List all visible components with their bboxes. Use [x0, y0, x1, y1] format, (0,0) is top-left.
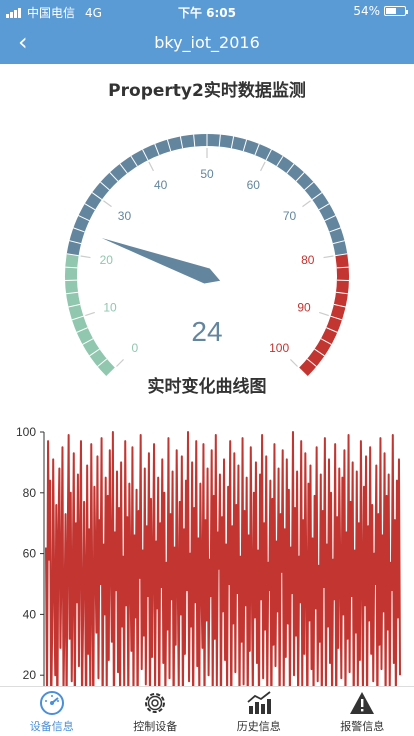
gauge-pointer: [101, 238, 221, 284]
gear-icon: [145, 692, 166, 713]
status-right: 54%: [353, 4, 408, 18]
gauge-tick-label: 70: [283, 209, 297, 223]
status-time: 下午 6:05: [177, 6, 237, 20]
gauge-major-tick: [80, 255, 91, 259]
gauge-tick-label: 20: [100, 253, 114, 267]
battery-icon: [384, 6, 408, 16]
tab-label: 历史信息: [236, 719, 281, 733]
chart-y-axis: 100 80 60 40 20: [16, 425, 45, 686]
gauge-tick-label: 10: [103, 301, 117, 315]
tab-history-info[interactable]: 历史信息: [207, 687, 311, 736]
series-line: [45, 431, 401, 686]
gauge-major-tick: [323, 255, 334, 259]
gauge-major-tick: [260, 161, 266, 172]
gauge-major-tick: [290, 359, 298, 367]
warning-icon: [350, 691, 375, 714]
chart-title: 实时变化曲线图: [147, 377, 267, 397]
status-bar: 中国电信 4G 下午 6:05 54%: [0, 0, 414, 22]
y-tick-label: 20: [23, 668, 37, 682]
gauge-icon: [39, 690, 64, 715]
gauge-major-tick: [85, 311, 95, 317]
tab-control-device[interactable]: 控制设备: [104, 687, 208, 736]
gauge-tick-label: 90: [297, 301, 311, 315]
y-tick-label: 80: [23, 486, 37, 500]
gauge-chart: 0 10 20 30 40 50 60 70 80 90 100 24: [65, 134, 349, 377]
gauge-major-tick: [148, 161, 154, 172]
line-chart: 100 80 60 40 20: [16, 425, 401, 686]
gauge-tick-label: 40: [154, 178, 168, 192]
battery-percent: 54%: [353, 4, 380, 18]
nav-bar: ‹ bky_iot_2016: [0, 22, 414, 64]
main-content[interactable]: Property2实时数据监测 0 10 20 30 40 50 60 70 80 90 100 2…: [0, 64, 414, 686]
gauge-tick-label: 60: [247, 178, 261, 192]
tab-bar: 设备信息 控制设备 历史信息 报警信息: [0, 686, 414, 736]
page-title: bky_iot_2016: [154, 33, 260, 52]
gauge-tick-label: 50: [200, 167, 214, 181]
tab-label: 控制设备: [133, 719, 178, 733]
gauge-value: 24: [191, 316, 222, 347]
gauge-major-tick: [103, 200, 112, 208]
tab-device-info[interactable]: 设备信息: [0, 687, 104, 736]
trend-chart-icon: [247, 690, 271, 714]
tab-alarm-info[interactable]: 报警信息: [311, 687, 414, 736]
gauge-major-tick: [116, 359, 124, 367]
gauge-tick-label: 0: [132, 341, 139, 355]
gauge-major-tick: [319, 311, 329, 317]
gauge-tick-label: 100: [269, 341, 289, 355]
tab-label: 报警信息: [340, 719, 385, 733]
gauge-major-tick: [302, 200, 311, 208]
y-tick-label: 40: [23, 607, 37, 621]
tab-label: 设备信息: [29, 719, 74, 733]
y-tick-label: 60: [23, 547, 37, 561]
y-tick-label: 100: [16, 425, 36, 439]
gauge-tick-label: 80: [301, 253, 315, 267]
gauge-tick-label: 30: [118, 209, 132, 223]
